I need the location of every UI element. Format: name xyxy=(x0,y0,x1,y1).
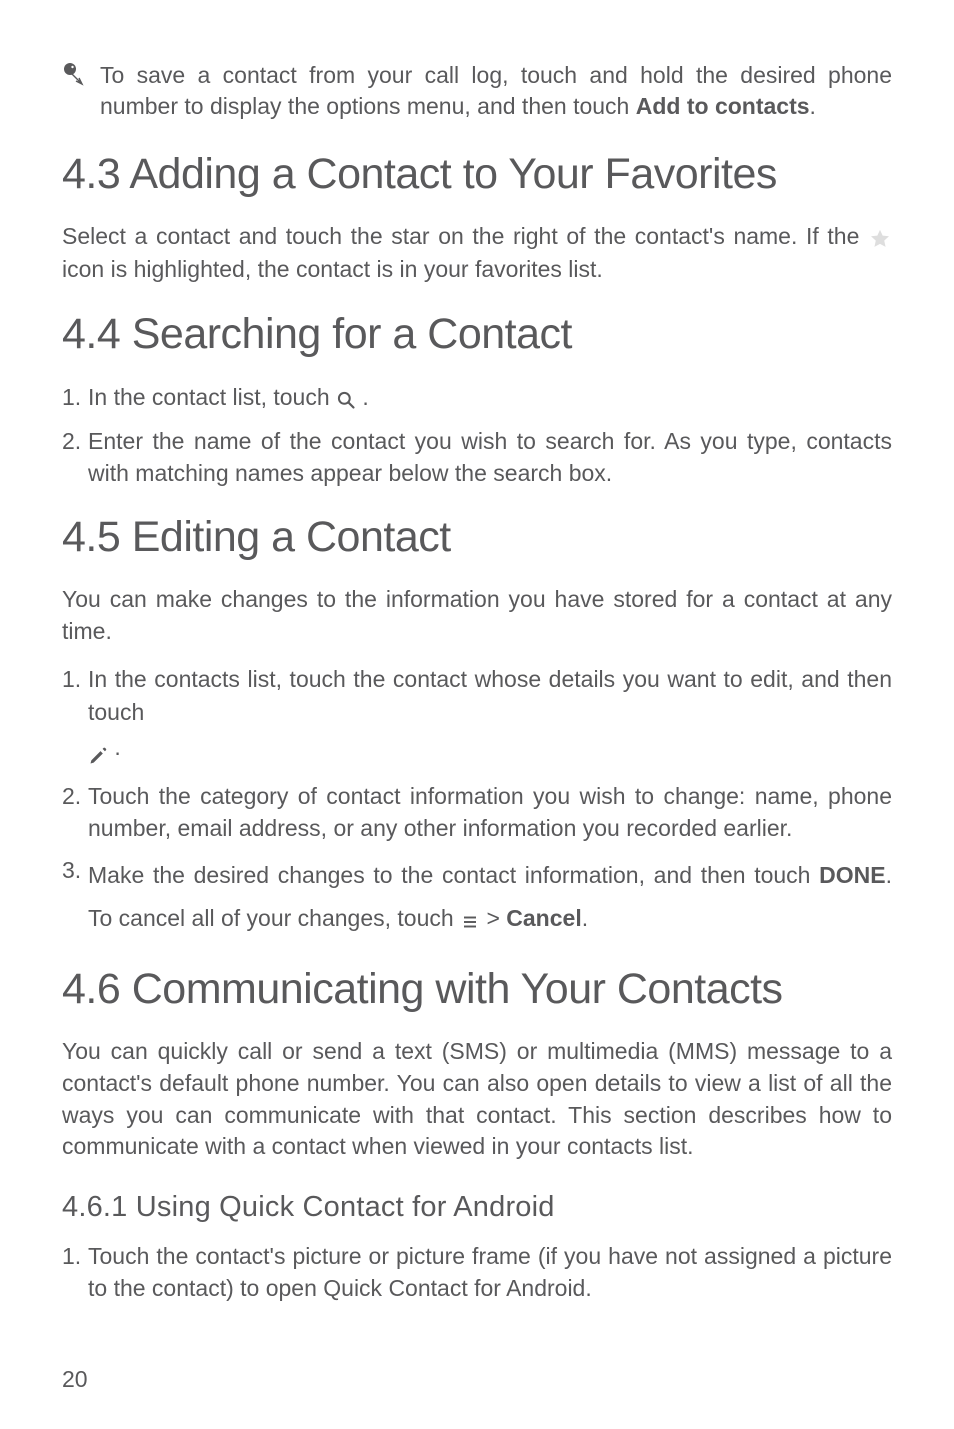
list-4-5: 1. In the contacts list, touch the conta… xyxy=(62,663,892,941)
page-number: 20 xyxy=(62,1366,88,1393)
para-4-5: You can make changes to the information … xyxy=(62,584,892,647)
list-item: 1. Touch the contact's picture or pictur… xyxy=(62,1240,892,1304)
heading-4-6-1: 4.6.1 Using Quick Contact for Android xyxy=(62,1191,892,1224)
para-4-3: Select a contact and touch the star on t… xyxy=(62,221,892,286)
tip-text: To save a contact from your call log, to… xyxy=(100,60,892,122)
list-4-6-1: 1. Touch the contact's picture or pictur… xyxy=(62,1240,892,1304)
list-item: 2. Touch the category of contact informa… xyxy=(62,780,892,844)
tip-note: To save a contact from your call log, to… xyxy=(62,60,892,122)
menu-icon xyxy=(460,899,480,942)
list-item: 1. In the contact list, touch . xyxy=(62,381,892,415)
pencil-icon xyxy=(88,738,108,770)
heading-4-6: 4.6 Communicating with Your Contacts xyxy=(62,965,892,1014)
list-4-4: 1. In the contact list, touch . 2. Enter… xyxy=(62,381,892,489)
heading-4-4: 4.4 Searching for a Contact xyxy=(62,310,892,359)
note-icon xyxy=(62,62,86,88)
list-item: 1. In the contacts list, touch the conta… xyxy=(62,663,892,770)
heading-4-3: 4.3 Adding a Contact to Your Favorites xyxy=(62,150,892,199)
star-icon xyxy=(868,222,892,254)
list-item: 3. Make the desired changes to the conta… xyxy=(62,854,892,941)
search-icon xyxy=(336,382,356,414)
list-item: 2. Enter the name of the contact you wis… xyxy=(62,425,892,489)
heading-4-5: 4.5 Editing a Contact xyxy=(62,513,892,562)
para-4-6: You can quickly call or send a text (SMS… xyxy=(62,1036,892,1163)
